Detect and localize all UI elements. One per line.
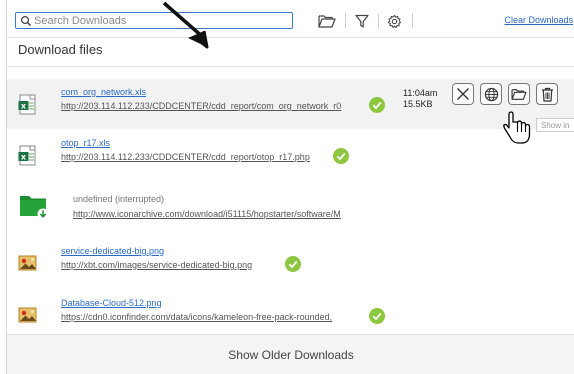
trash-icon: [541, 87, 553, 102]
toolbar-divider: [412, 13, 413, 28]
download-meta: 11:04am 15.5KB: [403, 88, 437, 110]
excel-file-icon: x: [18, 145, 36, 166]
file-name-link[interactable]: Database-Cloud-512.png: [61, 298, 162, 308]
check-circle-icon: [369, 308, 385, 324]
toolbar-divider: [345, 13, 346, 28]
filter-icon: [355, 14, 369, 28]
file-name-label: undefined (interrupted): [73, 194, 165, 204]
image-file-icon: [18, 255, 37, 271]
search-icon: [20, 15, 32, 26]
show-in-folder-button[interactable]: [508, 83, 530, 105]
green-folder-download-icon: [20, 196, 49, 220]
search-box[interactable]: [15, 12, 293, 29]
source-url-link[interactable]: http://www.iconarchive.com/download/i511…: [73, 209, 373, 219]
folder-icon: [318, 14, 336, 28]
check-circle-icon: [369, 97, 385, 113]
close-icon: [457, 88, 469, 100]
source-url-link[interactable]: http://203.114.112.233/CDDCENTER/cdd_rep…: [61, 101, 365, 111]
settings-button[interactable]: [384, 11, 404, 31]
open-folder-button[interactable]: [317, 11, 337, 31]
file-name-link[interactable]: com_org_network.xls: [61, 87, 146, 97]
remove-button[interactable]: [452, 83, 474, 105]
download-row[interactable]: x otop_r17.xls http://203.114.112.233/CD…: [7, 130, 574, 180]
source-url-link[interactable]: http://203.114.112.233/CDDCENTER/cdd_rep…: [61, 152, 331, 162]
image-file-icon: [18, 307, 37, 323]
download-time: 11:04am: [403, 88, 438, 98]
download-row[interactable]: x com_org_network.xls http://203.114.112…: [7, 79, 574, 129]
toolbar-divider: [378, 13, 379, 28]
filter-button[interactable]: [352, 11, 372, 31]
svg-text:x: x: [21, 153, 27, 162]
open-source-button[interactable]: [480, 83, 502, 105]
folder-icon: [511, 88, 527, 100]
source-url-link[interactable]: https://cdn0.iconfinder.com/data/icons/k…: [61, 312, 367, 322]
globe-icon: [484, 87, 498, 101]
divider: [7, 37, 574, 38]
delete-button[interactable]: [536, 83, 558, 105]
hand-cursor-icon: [503, 111, 531, 144]
file-size: 15.5KB: [403, 99, 433, 109]
show-older-downloads-button[interactable]: Show Older Downloads: [7, 335, 574, 374]
page-title: Download files: [18, 42, 103, 57]
divider: [7, 66, 574, 67]
download-row[interactable]: Database-Cloud-512.png https://cdn0.icon…: [7, 290, 574, 340]
clear-downloads-link[interactable]: Clear Downloads: [504, 15, 573, 25]
source-url-link[interactable]: http://xbt.com/images/service-dedicated-…: [61, 260, 281, 270]
downloads-panel: Clear Downloads Download files x com_org…: [6, 0, 574, 374]
svg-text:x: x: [21, 102, 27, 111]
check-circle-icon: [285, 256, 301, 272]
download-row[interactable]: service-dedicated-big.png http://xbt.com…: [7, 238, 574, 288]
gear-icon: [387, 14, 401, 28]
excel-file-icon: x: [18, 94, 36, 115]
check-circle-icon: [333, 148, 349, 164]
row-actions: [452, 83, 558, 105]
file-name-link[interactable]: service-dedicated-big.png: [61, 246, 164, 256]
annotation-arrow-icon: [162, 1, 209, 49]
download-row[interactable]: undefined (interrupted) http://www.icona…: [7, 184, 574, 234]
tooltip: Show in: [536, 118, 574, 132]
file-name-link[interactable]: otop_r17.xls: [61, 138, 110, 148]
